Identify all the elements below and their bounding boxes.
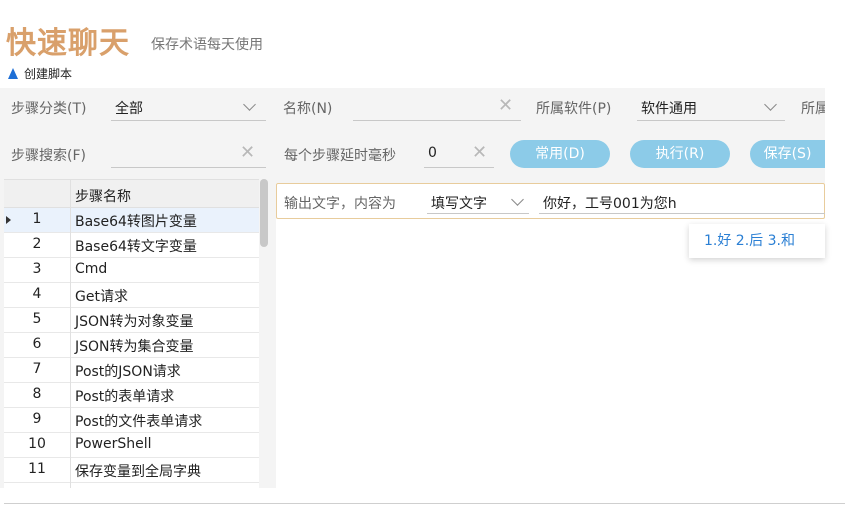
software-select[interactable]: 软件通用 [641, 98, 697, 118]
table-row[interactable]: 3 Cmd [4, 258, 259, 283]
software-label: 所属软件(P) [536, 101, 612, 117]
search-input[interactable] [115, 145, 235, 165]
table-row[interactable]: 4 Get请求 [4, 283, 259, 308]
ime-candidates[interactable]: 1.好 2.后 3.和 [689, 224, 825, 258]
app-subtitle: 保存术语每天使用 [151, 37, 263, 53]
step-label: 输出文字，内容为 [284, 196, 396, 212]
delay-input[interactable]: 0 [428, 145, 437, 161]
bottom-divider [4, 503, 845, 504]
table-row[interactable]: 10 PowerShell [4, 433, 259, 458]
table-row[interactable]: 2 Base64转文字变量 [4, 233, 259, 258]
name-input[interactable] [357, 98, 497, 118]
create-script-button[interactable]: 创建脚本 [8, 63, 72, 83]
row-name: PowerShell [75, 436, 152, 452]
software-underline [637, 120, 785, 121]
table-row[interactable]: 5 JSON转为对象变量 [4, 308, 259, 333]
execute-button[interactable]: 执行(R) [630, 140, 730, 168]
step-text-input[interactable]: 你好，工号001为您h [543, 193, 677, 213]
triangle-icon [8, 67, 18, 79]
steps-grid: 步骤名称 1 Base64转图片变量 2 Base64转文字变量 3 Cmd 4… [4, 179, 259, 488]
column-header-name: 步骤名称 [75, 189, 131, 205]
grid-header: 步骤名称 [4, 180, 259, 208]
step-mode-select[interactable]: 填写文字 [431, 193, 487, 213]
table-row[interactable]: 1 Base64转图片变量 [4, 208, 259, 233]
row-number: 1 [32, 211, 42, 227]
scrollbar-thumb[interactable] [260, 179, 268, 247]
table-row[interactable]: 11 保存变量到全局字典 [4, 458, 259, 483]
row-name: Post的表单请求 [75, 389, 175, 405]
delay-underline [424, 167, 494, 168]
ime-candidate-list: 1.好 2.后 3.和 [704, 233, 795, 249]
clear-name-icon[interactable]: ✕ [498, 97, 513, 115]
app-title: 快速聊天 [6, 26, 130, 61]
category-label: 步骤分类(T) [11, 101, 87, 117]
step-text-underline [539, 213, 825, 214]
row-name: Base64转文字变量 [75, 239, 197, 255]
table-row[interactable]: 9 Post的文件表单请求 [4, 408, 259, 433]
row-number: 10 [28, 436, 46, 452]
category-underline [111, 120, 266, 121]
row-name: Post的JSON请求 [75, 364, 181, 380]
row-number: 5 [32, 311, 42, 327]
row-name: 保存变量到全局字典 [75, 464, 201, 480]
column-divider [70, 180, 71, 488]
row-number: 2 [32, 236, 42, 252]
common-button[interactable]: 常用(D) [510, 140, 610, 168]
row-name: Post的文件表单请求 [75, 414, 203, 430]
row-number: 4 [32, 286, 42, 302]
search-underline [111, 167, 266, 168]
row-number: 3 [32, 261, 42, 277]
table-row[interactable]: 7 Post的JSON请求 [4, 358, 259, 383]
row-name: Get请求 [75, 289, 128, 305]
save-button[interactable]: 保存(S) [750, 140, 825, 168]
clear-search-icon[interactable]: ✕ [240, 144, 255, 162]
row-number: 6 [32, 336, 42, 352]
create-script-label: 创建脚本 [24, 66, 73, 81]
grid-scrollbar[interactable] [260, 179, 268, 488]
row-number: 11 [28, 461, 46, 477]
software-label-cut: 所属 [801, 101, 825, 117]
row-name: Cmd [75, 261, 108, 277]
row-number: 7 [32, 361, 42, 377]
row-name: JSON转为对象变量 [75, 314, 194, 330]
category-select[interactable]: 全部 [115, 98, 143, 118]
clear-delay-icon[interactable]: ✕ [472, 144, 487, 162]
table-row[interactable]: 8 Post的表单请求 [4, 383, 259, 408]
name-underline [353, 120, 521, 121]
row-name: JSON转为集合变量 [75, 339, 194, 355]
table-row[interactable]: 6 JSON转为集合变量 [4, 333, 259, 358]
delay-label: 每个步骤延时毫秒 [284, 148, 396, 164]
step-mode-underline [427, 213, 529, 214]
name-label: 名称(N) [283, 101, 333, 117]
search-label: 步骤搜索(F) [11, 148, 86, 164]
row-number: 9 [32, 411, 42, 427]
row-name: Base64转图片变量 [75, 214, 197, 230]
row-number: 8 [32, 386, 42, 402]
